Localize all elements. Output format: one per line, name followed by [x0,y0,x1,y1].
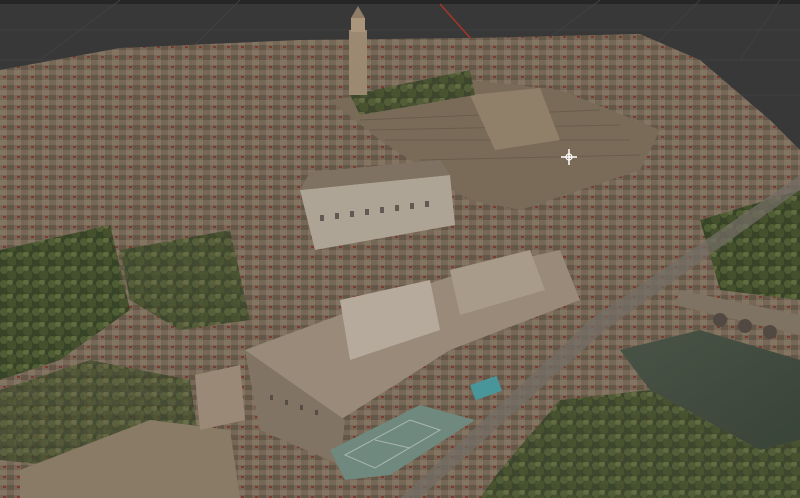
city-mesh[interactable] [0,0,800,498]
orbit-cursor-icon [561,149,577,165]
3d-viewport[interactable] [0,0,800,498]
viewport-scene[interactable] [0,0,800,498]
